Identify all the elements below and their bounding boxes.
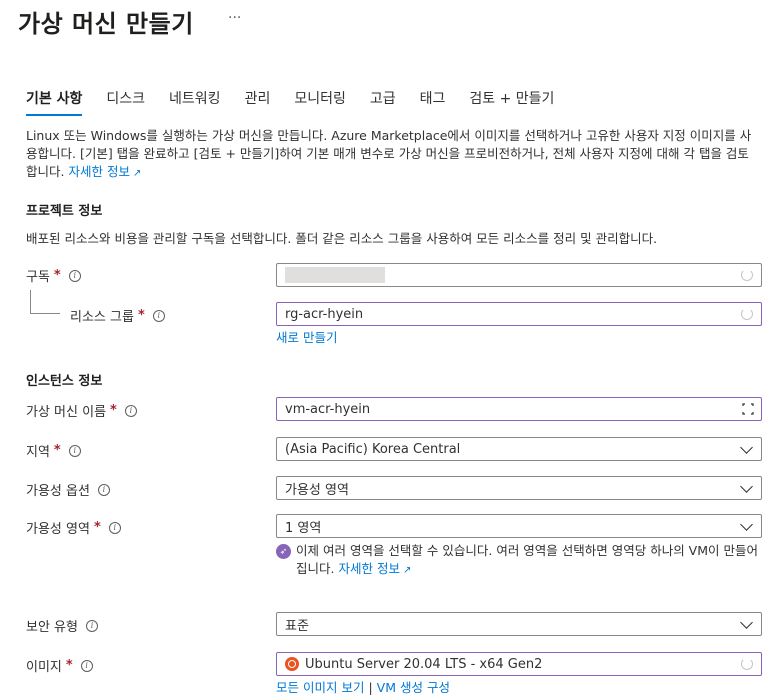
project-details-title: 프로젝트 정보 xyxy=(26,204,103,219)
more-options-button[interactable]: ··· xyxy=(228,10,241,26)
subscription-label: 구독 * i xyxy=(26,266,81,285)
tab-basics[interactable]: 기본 사항 xyxy=(26,88,83,116)
tab-bar: 기본 사항 디스크 네트워킹 관리 모니터링 고급 태그 검토 + 만들기 xyxy=(26,88,578,116)
chevron-down-icon xyxy=(741,520,751,530)
subscription-select[interactable] xyxy=(276,263,762,287)
page-title: 가상 머신 만들기 xyxy=(18,10,194,38)
image-links: 모든 이미지 보기 | VM 생성 구성 xyxy=(276,680,450,695)
info-icon[interactable]: i xyxy=(85,619,98,632)
loading-spinner-icon xyxy=(741,269,753,281)
info-icon[interactable]: i xyxy=(80,659,93,672)
security-type-select[interactable]: 표준 xyxy=(276,612,762,636)
tab-disks[interactable]: 디스크 xyxy=(106,88,145,114)
chevron-down-icon xyxy=(741,482,751,492)
resource-group-select[interactable]: rg-acr-hyein xyxy=(276,302,762,326)
tab-monitoring[interactable]: 모니터링 xyxy=(294,88,346,114)
external-link-icon: ↗ xyxy=(132,168,142,179)
instance-details-title: 인스턴스 정보 xyxy=(26,374,103,389)
create-new-link[interactable]: 새로 만들기 xyxy=(276,327,337,346)
image-select[interactable]: Ubuntu Server 20.04 LTS - x64 Gen2 xyxy=(276,652,762,676)
vm-name-label: 가상 머신 이름 * i xyxy=(26,401,137,420)
ubuntu-icon xyxy=(285,657,299,671)
region-label: 지역 * i xyxy=(26,441,81,460)
image-label: 이미지 * i xyxy=(26,656,93,675)
learn-more-link[interactable]: 자세한 정보 ↗ xyxy=(338,561,411,576)
vm-generation-config-link[interactable]: VM 생성 구성 xyxy=(377,680,450,695)
tab-review-create[interactable]: 검토 + 만들기 xyxy=(469,88,554,114)
availability-zone-label: 가용성 영역 * i xyxy=(26,518,121,537)
info-icon[interactable]: i xyxy=(68,444,81,457)
info-icon[interactable]: i xyxy=(124,404,137,417)
learn-more-link[interactable]: 자세한 정보 ↗ xyxy=(68,164,141,179)
vm-name-input[interactable]: vm-acr-hyein xyxy=(276,397,762,421)
availability-options-label: 가용성 옵션 i xyxy=(26,480,110,499)
loading-spinner-icon xyxy=(741,308,753,320)
availability-zone-select[interactable]: 1 영역 xyxy=(276,514,762,538)
see-all-images-link[interactable]: 모든 이미지 보기 xyxy=(276,680,364,695)
tree-connector xyxy=(30,290,60,314)
info-icon[interactable]: i xyxy=(108,521,121,534)
loading-spinner-icon xyxy=(741,658,753,670)
resize-icon xyxy=(742,403,754,415)
availability-options-select[interactable]: 가용성 영역 xyxy=(276,476,762,500)
tab-tags[interactable]: 태그 xyxy=(420,88,446,114)
resource-group-label: 리소스 그룹 * i xyxy=(70,306,165,325)
tab-management[interactable]: 관리 xyxy=(245,88,271,114)
external-link-icon: ↗ xyxy=(402,565,412,576)
tab-networking[interactable]: 네트워킹 xyxy=(169,88,221,114)
info-icon[interactable]: i xyxy=(152,309,165,322)
zone-notice: ➶ 이제 여러 영역을 선택할 수 있습니다. 여러 영역을 선택하면 영역당 … xyxy=(276,542,762,580)
region-select[interactable]: (Asia Pacific) Korea Central xyxy=(276,437,762,461)
intro-text: Linux 또는 Windows를 실행하는 가상 머신을 만듭니다. Azur… xyxy=(26,127,756,183)
info-icon[interactable]: i xyxy=(97,483,110,496)
chevron-down-icon xyxy=(741,443,751,453)
subscription-value-redacted xyxy=(285,267,385,283)
rocket-icon: ➶ xyxy=(276,544,291,559)
project-details-desc: 배포된 리소스와 비용을 관리할 구독을 선택합니다. 폴더 같은 리소스 그룹… xyxy=(26,231,658,246)
info-icon[interactable]: i xyxy=(68,269,81,282)
security-type-label: 보안 유형 i xyxy=(26,616,98,635)
chevron-down-icon xyxy=(741,618,751,628)
tab-advanced[interactable]: 고급 xyxy=(370,88,396,114)
